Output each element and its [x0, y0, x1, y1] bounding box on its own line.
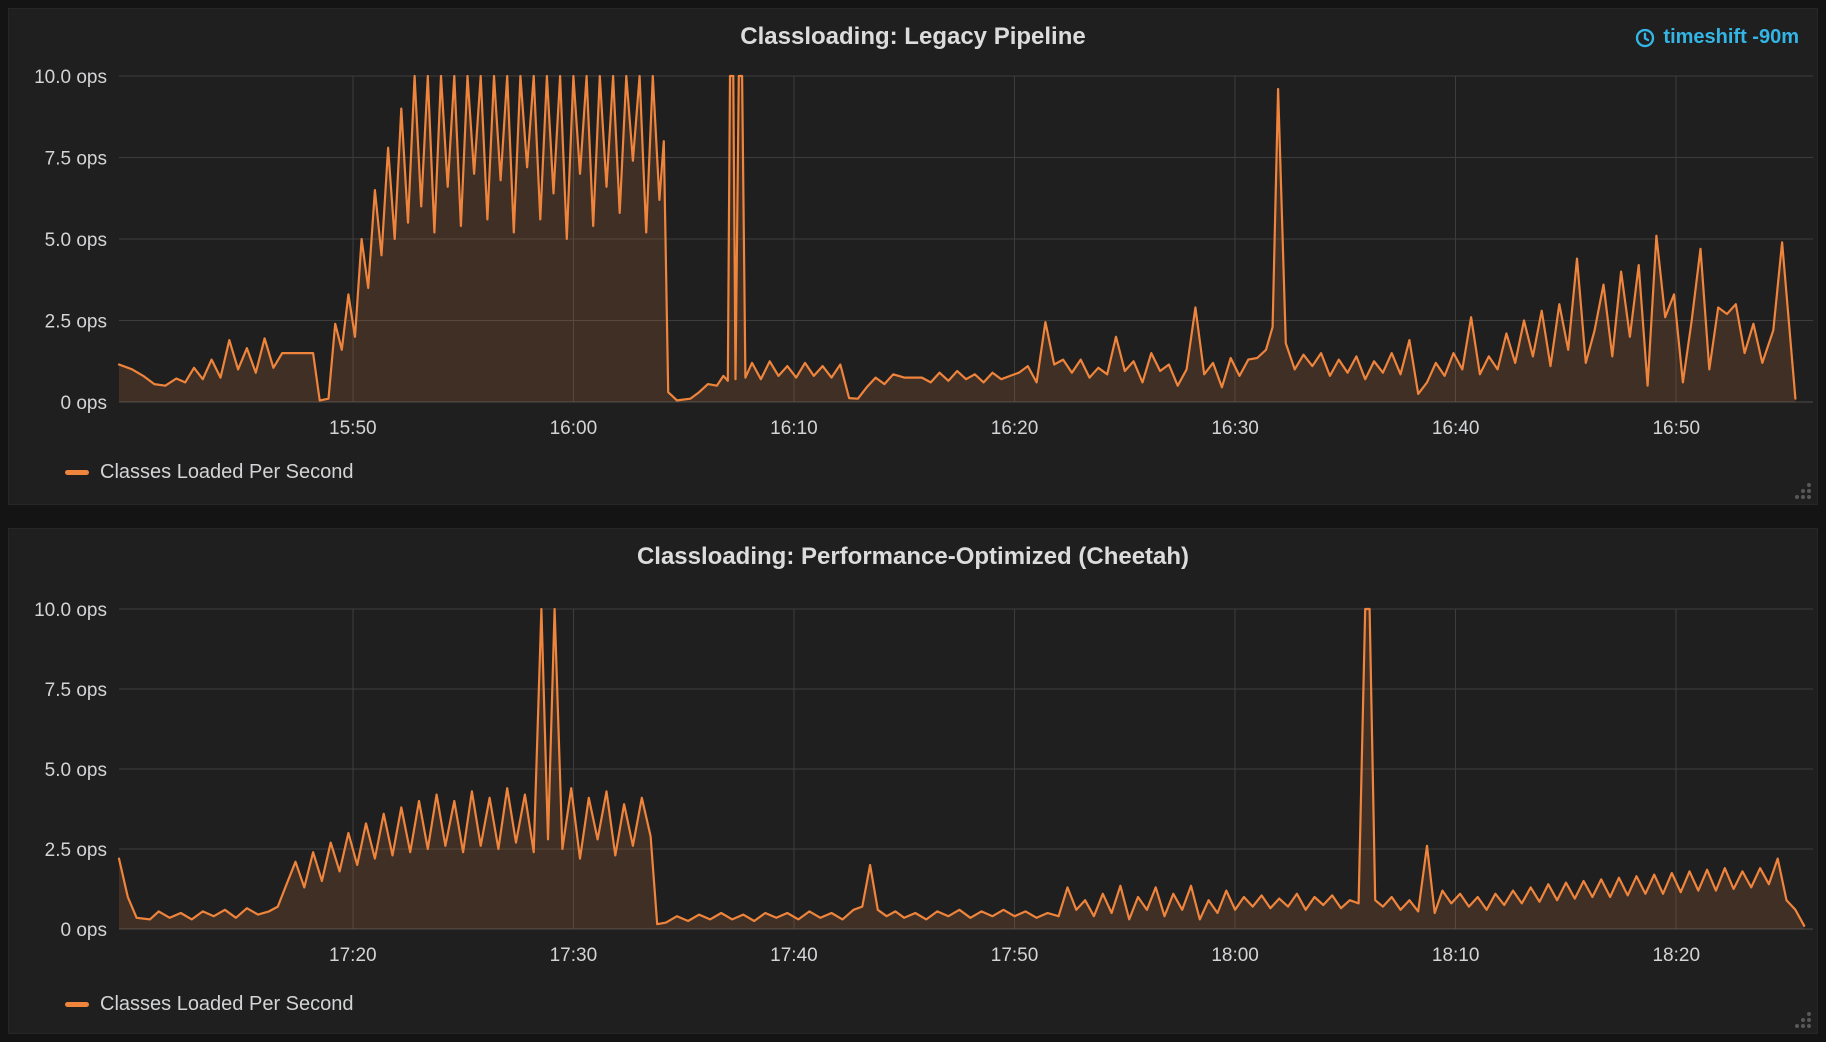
grafana-dashboard: Classloading: Legacy Pipeline timeshift … — [0, 0, 1826, 1042]
svg-text:10.0 ops: 10.0 ops — [34, 600, 107, 621]
legacy-pipeline-chart[interactable]: 0 ops 2.5 ops 5.0 ops 7.5 ops 10.0 ops 15:50 1… — [9, 9, 1819, 504]
svg-text:16:40: 16:40 — [1432, 418, 1480, 439]
legend: Classes Loaded Per Second — [65, 461, 354, 484]
svg-text:5.0 ops: 5.0 ops — [45, 760, 107, 781]
svg-text:18:20: 18:20 — [1652, 945, 1700, 966]
legend-item-classes-loaded[interactable]: Classes Loaded Per Second — [65, 461, 354, 484]
svg-text:2.5 ops: 2.5 ops — [45, 840, 107, 861]
svg-text:0 ops: 0 ops — [61, 920, 107, 941]
svg-text:16:00: 16:00 — [550, 418, 598, 439]
svg-text:16:10: 16:10 — [770, 418, 818, 439]
svg-text:16:30: 16:30 — [1211, 418, 1259, 439]
svg-text:16:50: 16:50 — [1652, 418, 1700, 439]
svg-text:18:10: 18:10 — [1432, 945, 1480, 966]
panel-title[interactable]: Classloading: Legacy Pipeline — [9, 23, 1817, 51]
timeshift-badge: timeshift -90m — [1635, 26, 1799, 49]
svg-text:2.5 ops: 2.5 ops — [45, 312, 107, 333]
legend-series-label: Classes Loaded Per Second — [100, 461, 354, 484]
panel-title[interactable]: Classloading: Performance-Optimized (Che… — [9, 543, 1817, 571]
clock-icon — [1635, 28, 1655, 48]
svg-text:7.5 ops: 7.5 ops — [45, 149, 107, 170]
svg-text:0 ops: 0 ops — [61, 393, 107, 414]
svg-text:17:50: 17:50 — [991, 945, 1039, 966]
panel-classloading-cheetah: Classloading: Performance-Optimized (Che… — [8, 528, 1818, 1034]
legend-series-label: Classes Loaded Per Second — [100, 993, 354, 1016]
legend-item-classes-loaded[interactable]: Classes Loaded Per Second — [65, 993, 354, 1016]
svg-text:5.0 ops: 5.0 ops — [45, 230, 107, 251]
timeshift-label: timeshift -90m — [1663, 26, 1799, 49]
svg-text:16:20: 16:20 — [991, 418, 1039, 439]
svg-text:18:00: 18:00 — [1211, 945, 1259, 966]
panel-classloading-legacy: Classloading: Legacy Pipeline timeshift … — [8, 8, 1818, 505]
svg-text:17:40: 17:40 — [770, 945, 818, 966]
svg-text:10.0 ops: 10.0 ops — [34, 67, 107, 88]
svg-text:7.5 ops: 7.5 ops — [45, 680, 107, 701]
svg-text:17:30: 17:30 — [550, 945, 598, 966]
svg-text:17:20: 17:20 — [329, 945, 377, 966]
legend-series-swatch — [65, 470, 89, 475]
panel-resize-handle[interactable] — [1794, 1011, 1812, 1029]
svg-text:15:50: 15:50 — [329, 418, 377, 439]
legend: Classes Loaded Per Second — [65, 993, 354, 1016]
cheetah-chart[interactable]: 0 ops 2.5 ops 5.0 ops 7.5 ops 10.0 ops 17:20 1… — [9, 529, 1819, 1033]
legend-series-swatch — [65, 1002, 89, 1007]
panel-resize-handle[interactable] — [1794, 482, 1812, 500]
